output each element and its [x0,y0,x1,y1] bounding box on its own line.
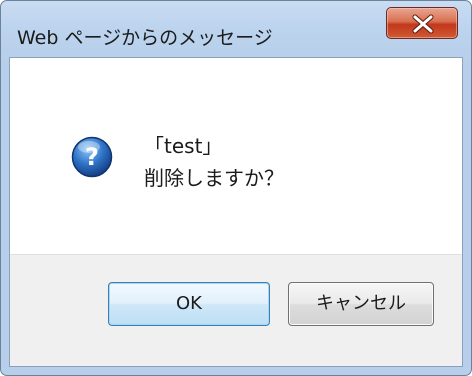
button-area: OK キャンセル [10,254,462,366]
question-icon: ? [71,136,113,178]
message-line-target: 「test」 [144,134,223,158]
dialog-message: 「test」 削除しますか？ [144,130,284,194]
ok-button[interactable]: OK [108,282,270,326]
cancel-button[interactable]: キャンセル [288,282,434,326]
close-icon [412,14,434,34]
dialog-title: Web ページからのメッセージ [17,27,273,49]
dialog-body: ? 「test」 削除しますか？ OK キャンセル [9,57,463,367]
message-line-question: 削除しますか？ [144,166,284,190]
close-button[interactable] [386,7,458,39]
svg-text:?: ? [85,143,99,171]
title-bar[interactable]: Web ページからのメッセージ [1,1,471,63]
message-dialog: Web ページからのメッセージ ? 「test」 削除しますか？ OK キャンセ… [0,0,472,376]
